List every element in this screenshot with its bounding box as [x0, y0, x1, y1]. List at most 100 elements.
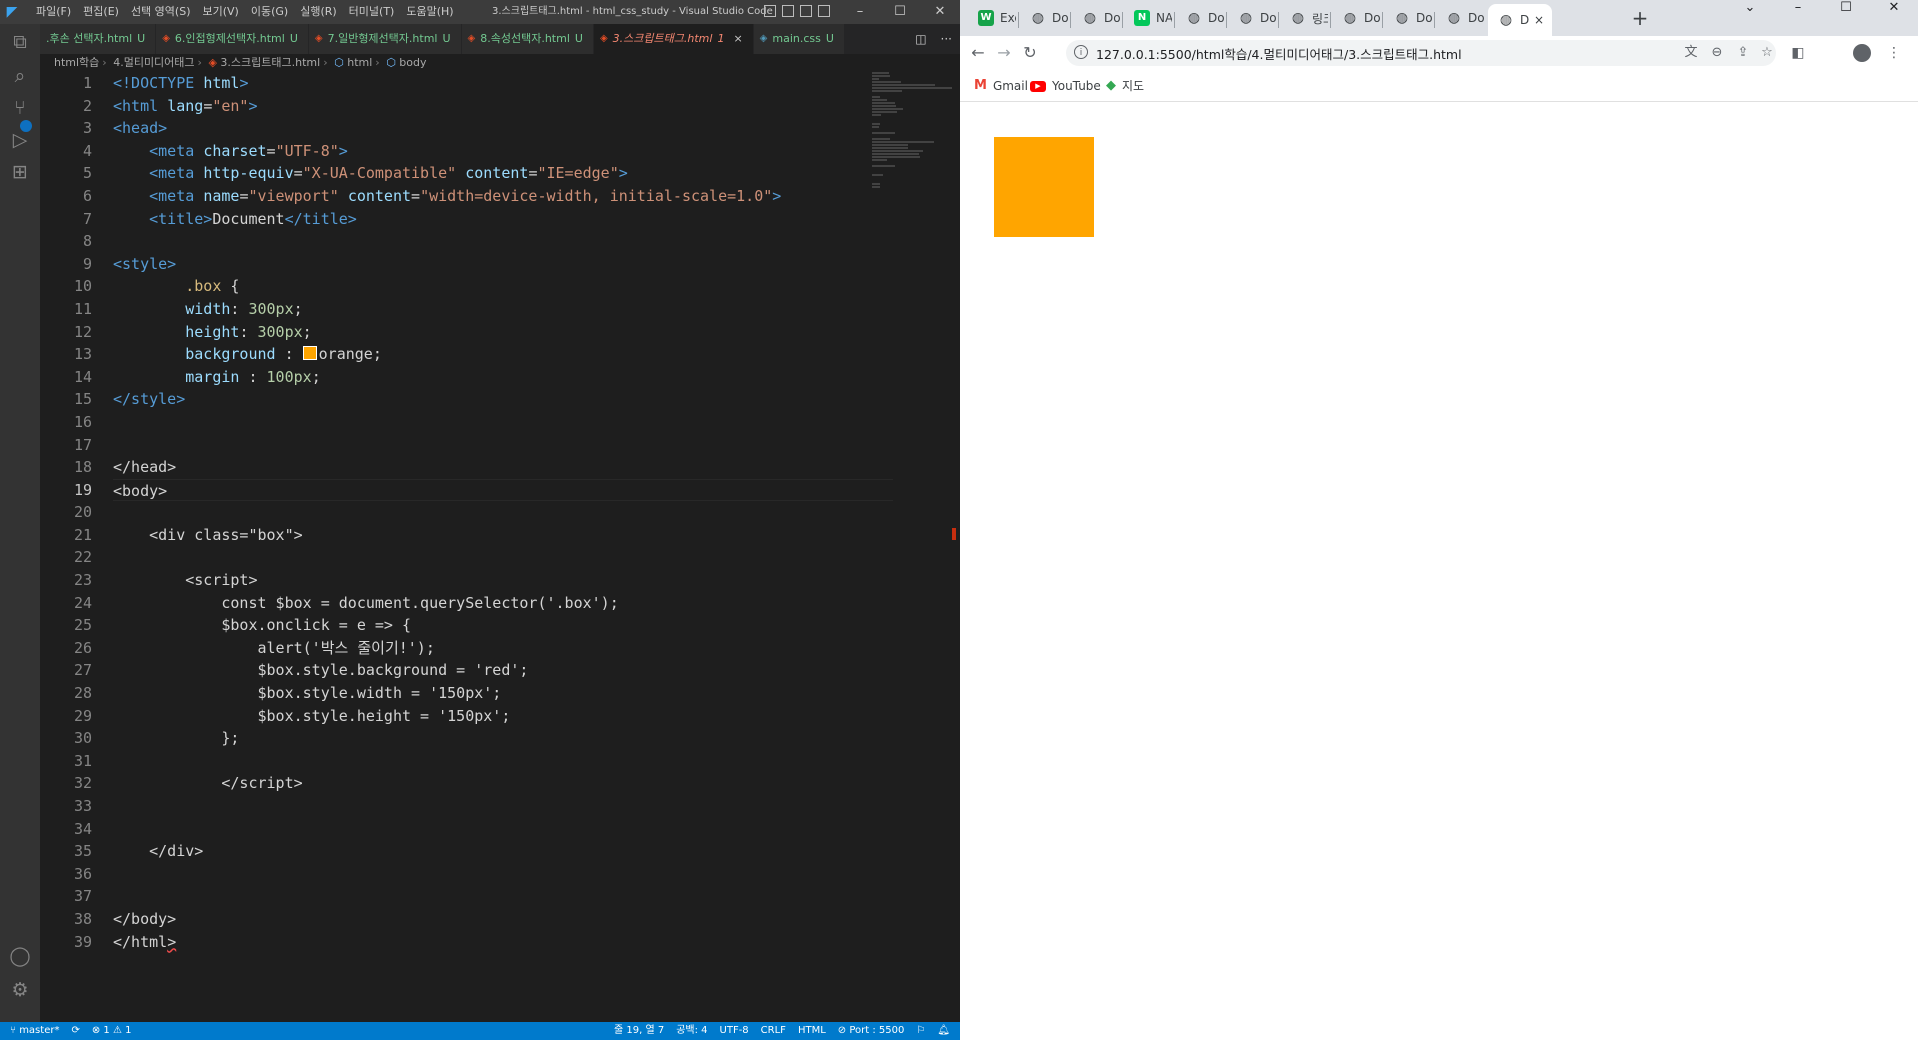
bookmark-gmail[interactable]: M Gmail — [974, 76, 1028, 96]
source-control-icon[interactable]: ⑂ — [8, 96, 32, 120]
run-debug-icon[interactable]: ▷ — [8, 128, 32, 152]
code-line[interactable]: <script> — [113, 569, 893, 592]
code-line[interactable] — [113, 885, 893, 908]
browser-tab[interactable]: ◍ Doc — [1332, 4, 1380, 32]
split-editor-icon[interactable]: ◫ — [915, 24, 926, 54]
code-line[interactable]: </head> — [113, 456, 893, 479]
settings-gear-icon[interactable]: ⚙ — [8, 978, 32, 1002]
menu-terminal[interactable]: 터미널(T) — [343, 0, 401, 24]
menu-file[interactable]: 파일(F) — [30, 0, 77, 24]
browser-tab[interactable]: ◍ Doc — [1436, 4, 1484, 32]
code-line[interactable]: <div class="box"> — [113, 524, 893, 547]
profile-avatar-icon[interactable] — [1853, 44, 1871, 62]
breadcrumb-item[interactable]: html — [347, 56, 372, 69]
code-line[interactable] — [113, 546, 893, 569]
browser-tab-active[interactable]: ◍ D × — [1488, 4, 1552, 36]
maximize-icon[interactable]: ☐ — [880, 0, 920, 24]
accounts-icon[interactable]: ◯ — [8, 944, 32, 968]
code-line[interactable]: .box { — [113, 275, 893, 298]
close-icon[interactable]: ✕ — [1870, 0, 1918, 24]
code-line[interactable]: </script> — [113, 772, 893, 795]
share-icon[interactable]: ⇪ — [1734, 44, 1752, 62]
breadcrumb-item[interactable]: 3.스크립트태그.html — [220, 56, 320, 69]
close-icon[interactable]: ✕ — [920, 0, 960, 24]
bookmark-maps[interactable]: ◆ 지도 — [1106, 76, 1144, 96]
minimap[interactable] — [870, 72, 960, 272]
code-line[interactable]: $box.style.width = '150px'; — [113, 682, 893, 705]
code-line[interactable]: $box.style.background = 'red'; — [113, 659, 893, 682]
code-line[interactable]: </body> — [113, 908, 893, 931]
bookmark-youtube[interactable]: ▶ YouTube — [1030, 76, 1101, 96]
code-line[interactable]: </style> — [113, 388, 893, 411]
menu-run[interactable]: 실행(R) — [294, 0, 342, 24]
menu-kebab-icon[interactable]: ⋮ — [1882, 41, 1906, 65]
extensions-icon[interactable]: ⊞ — [8, 160, 32, 184]
customize-layout-icon[interactable] — [818, 5, 830, 17]
editor-tab[interactable]: ◈ 6.인접형제선택자.html U — [156, 24, 309, 54]
menu-view[interactable]: 보기(V) — [196, 0, 244, 24]
editor-tab-active[interactable]: ◈ 3.스크립트태그.html 1 × — [593, 24, 754, 54]
code-line[interactable]: </html> — [113, 931, 893, 954]
breadcrumb-item[interactable]: body — [399, 56, 426, 69]
code-line[interactable]: $box.style.height = '150px'; — [113, 705, 893, 728]
code-line[interactable]: margin : 100px; — [113, 366, 893, 389]
browser-tab[interactable]: W Exer — [968, 4, 1016, 32]
new-tab-button[interactable]: + — [1628, 6, 1652, 30]
forward-arrow-icon[interactable]: → — [992, 41, 1016, 65]
code-line[interactable]: <meta charset="UTF-8"> — [113, 140, 893, 163]
toggle-secondary-sidebar-icon[interactable] — [800, 5, 812, 17]
branch-status[interactable]: ⑂ master* — [10, 1022, 59, 1040]
minimize-icon[interactable]: – — [1774, 0, 1822, 24]
explorer-icon[interactable]: ⧉ — [8, 30, 32, 54]
toggle-sidebar-icon[interactable] — [764, 5, 776, 17]
browser-tab[interactable]: ◍ Doc — [1020, 4, 1068, 32]
live-server-port[interactable]: ⊘ Port : 5500 — [838, 1022, 905, 1040]
code-line[interactable] — [113, 863, 893, 886]
code-line[interactable]: }; — [113, 727, 893, 750]
browser-tab[interactable]: ◍ 링크 — [1280, 4, 1328, 32]
browser-tab[interactable]: N NAV — [1124, 4, 1172, 32]
address-bar[interactable]: i 文 ⊖ ⇪ ☆ — [1066, 40, 1776, 66]
menu-help[interactable]: 도움말(H) — [400, 0, 459, 24]
code-line[interactable]: alert('박스 줄이기!'); — [113, 637, 893, 660]
toggle-panel-icon[interactable] — [782, 5, 794, 17]
code-line[interactable]: <head> — [113, 117, 893, 140]
bookmark-star-icon[interactable]: ☆ — [1758, 44, 1776, 62]
editor-tab[interactable]: .후손 선택자.html U — [40, 24, 157, 54]
more-actions-icon[interactable]: ··· — [941, 24, 952, 54]
reload-icon[interactable]: ↻ — [1018, 41, 1042, 65]
code-line[interactable] — [113, 750, 893, 773]
side-panel-icon[interactable]: ◧ — [1786, 41, 1810, 65]
browser-tab[interactable]: ◍ Doc — [1072, 4, 1120, 32]
code-line[interactable]: $box.onclick = e => { — [113, 614, 893, 637]
search-icon[interactable]: ⌕ — [8, 64, 32, 88]
indentation[interactable]: 공백: 4 — [676, 1022, 707, 1040]
notifications-icon[interactable]: 🔔︎ — [937, 1022, 950, 1040]
language-mode[interactable]: HTML — [798, 1022, 826, 1040]
menu-selection[interactable]: 선택 영역(S) — [125, 0, 197, 24]
editor-tab[interactable]: ◈ main.css U — [753, 24, 845, 54]
color-swatch[interactable] — [302, 346, 317, 361]
code-line[interactable] — [113, 795, 893, 818]
tab-close-icon[interactable]: × — [733, 24, 742, 54]
problems-status[interactable]: ⊗ 1 ⚠ 1 — [92, 1022, 132, 1040]
editor-tab[interactable]: ◈ 7.일반형제선택자.html U — [308, 24, 462, 54]
code-line[interactable]: <style> — [113, 253, 893, 276]
code-line[interactable]: const $box = document.querySelector('.bo… — [113, 592, 893, 615]
code-line[interactable]: <html lang="en"> — [113, 95, 893, 118]
browser-tab[interactable]: ◍ Doc — [1176, 4, 1224, 32]
url-input[interactable] — [1096, 40, 1656, 66]
translate-icon[interactable]: 文 — [1682, 44, 1700, 62]
chevron-down-icon[interactable]: ⌄ — [1726, 0, 1774, 24]
menu-go[interactable]: 이동(G) — [245, 0, 294, 24]
code-editor[interactable]: 1 2 3 4 5 6 7 8 9 10 11 12 13 14 15 16 17 18 19 20 21 22 23 24 2… — [40, 72, 960, 1022]
feedback-icon[interactable]: ⚐ — [916, 1022, 925, 1040]
cursor-position[interactable]: 줄 19, 열 7 — [614, 1022, 664, 1040]
code-line[interactable]: background : orange; — [113, 343, 893, 366]
editor-tab[interactable]: ◈ 8.속성선택자.html U — [461, 24, 594, 54]
code-line-current[interactable]: <body> — [113, 478, 893, 502]
code-line[interactable] — [113, 818, 893, 841]
back-arrow-icon[interactable]: ← — [966, 41, 990, 65]
site-info-icon[interactable]: i — [1074, 45, 1088, 59]
code-line[interactable] — [113, 501, 893, 524]
